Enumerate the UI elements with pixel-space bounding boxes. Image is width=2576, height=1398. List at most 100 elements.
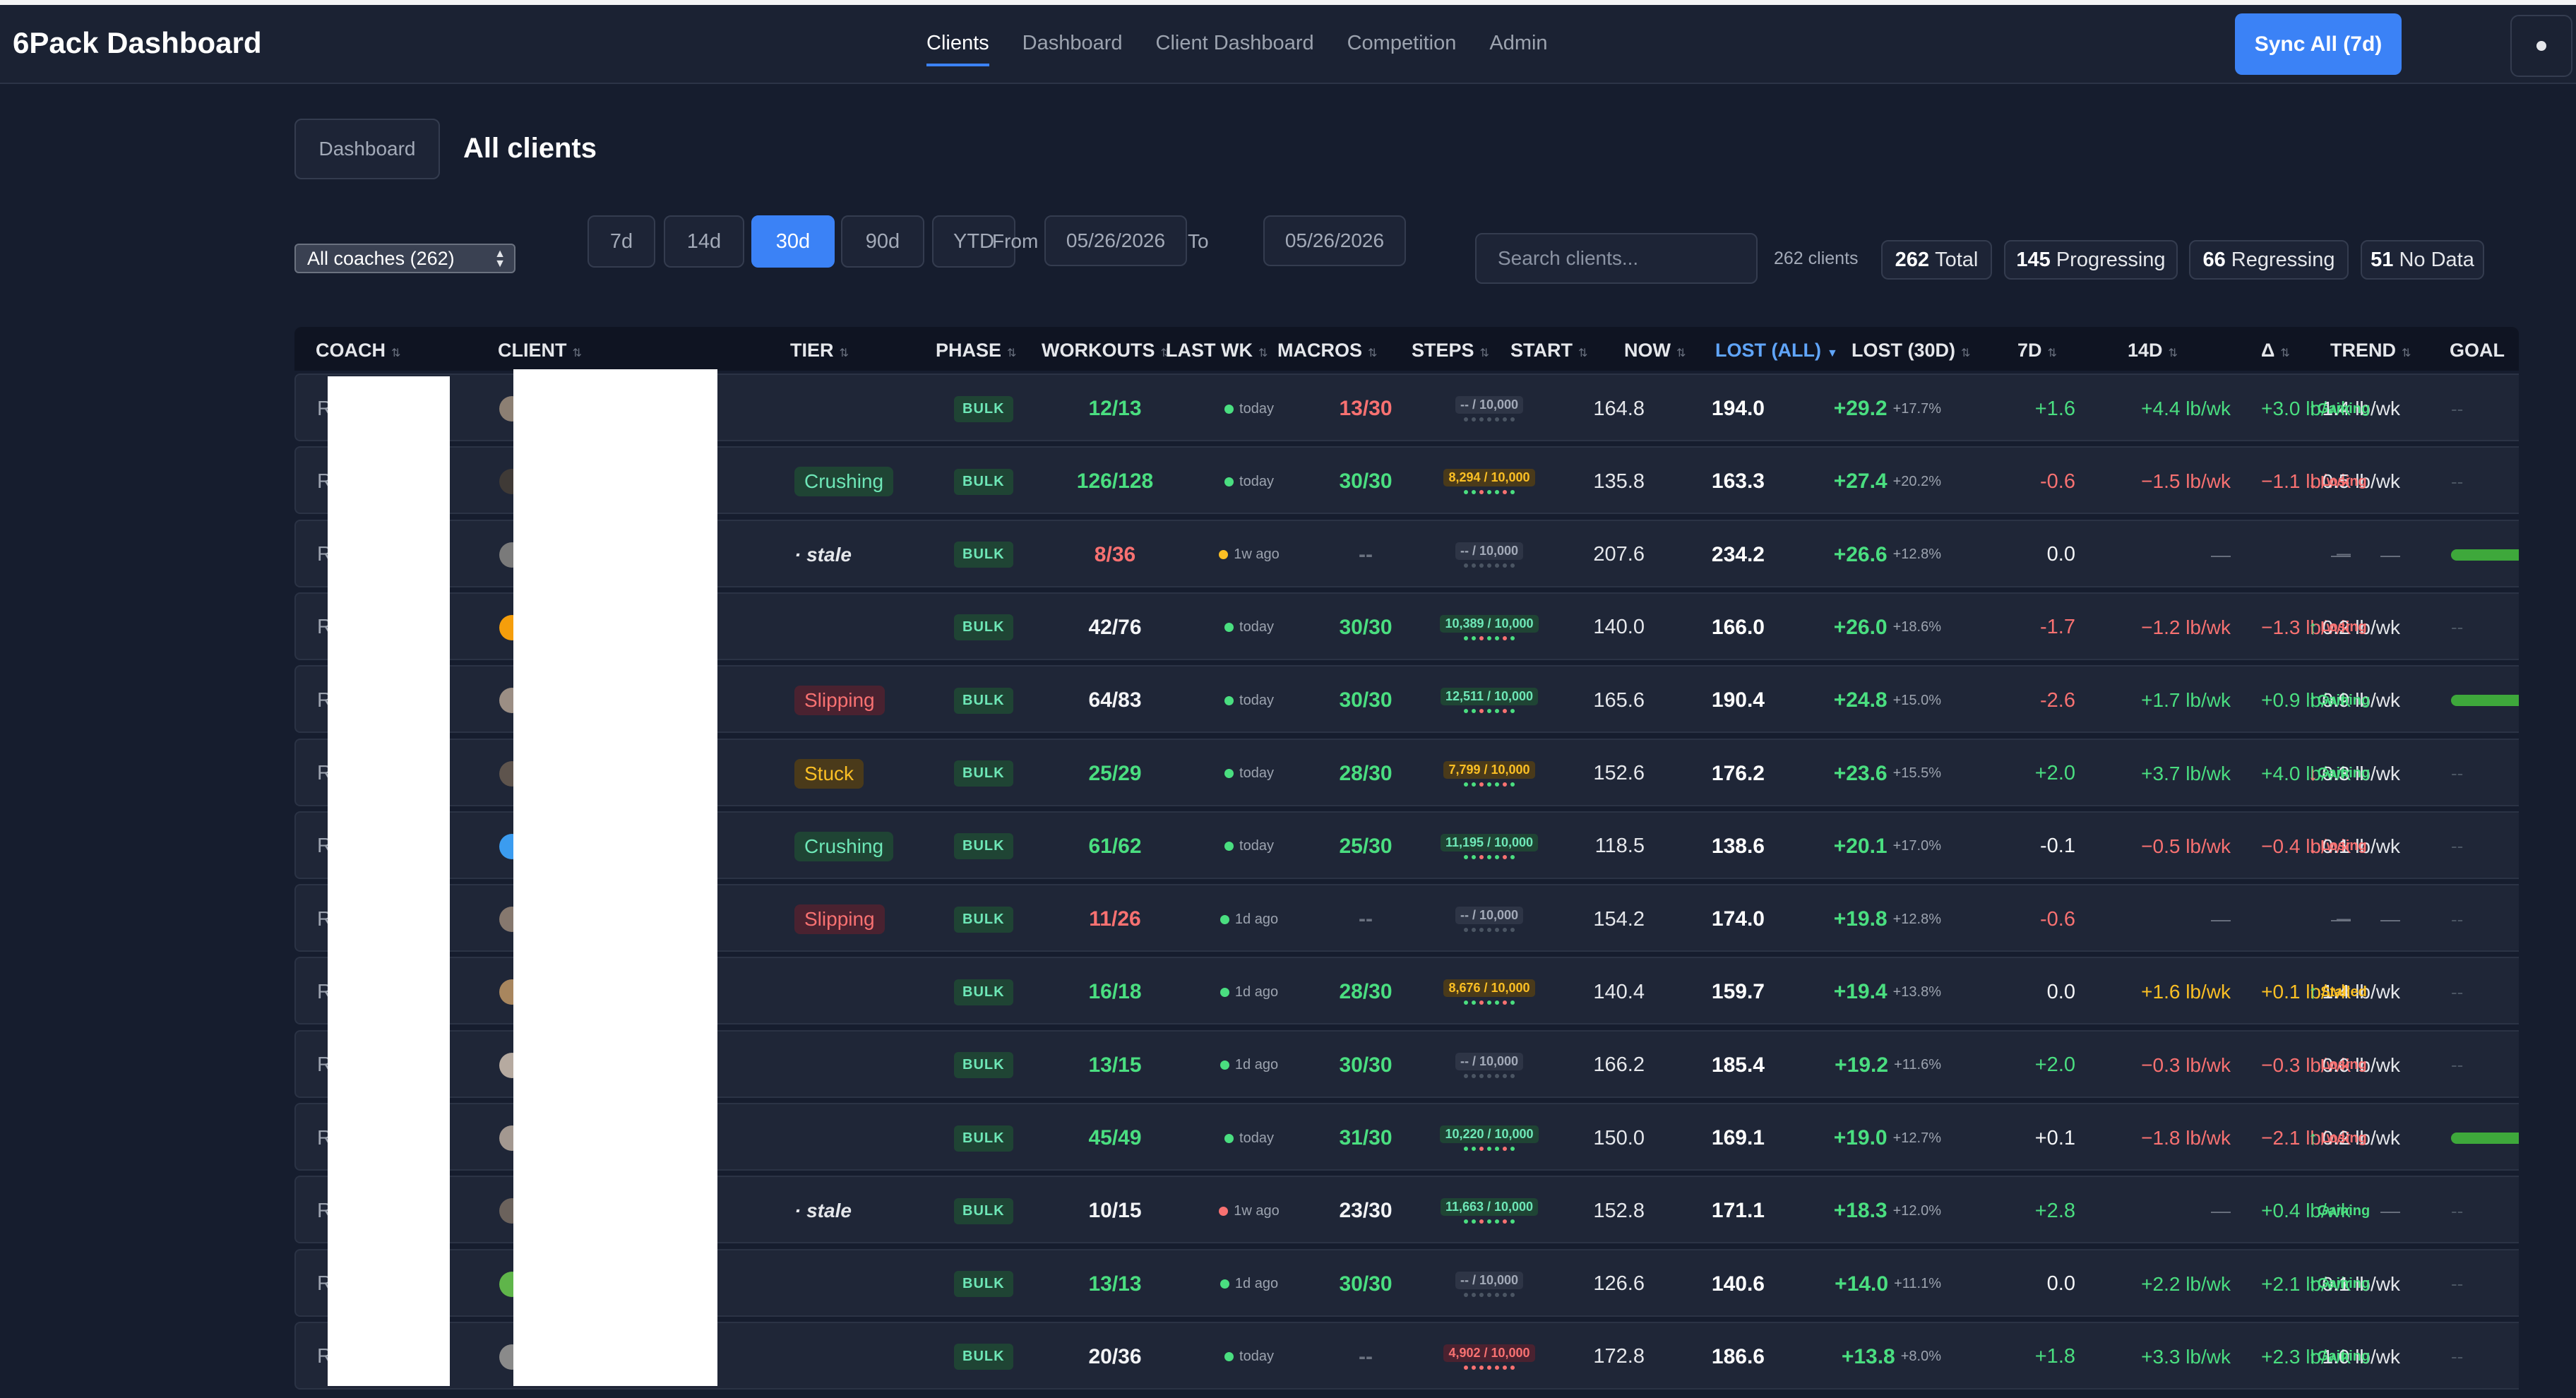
column-header-label: LOST (30D) [1852,340,1956,361]
macros-value: 28/30 [1339,761,1393,785]
lost-all-value: +26.6 [1833,542,1888,566]
tier-cell: · stale [794,521,861,589]
step-day-dot [1464,1292,1468,1297]
step-day-dot [1479,928,1484,933]
goal-value: -- [2451,908,2464,930]
start-weight: 152.6 [1593,762,1645,784]
nav-client-dashboard[interactable]: Client Dashboard [1156,32,1314,66]
macros-value: 13/30 [1339,397,1393,420]
coach-filter-value: All coaches (262) [307,247,455,269]
last-week-value: today [1239,473,1274,489]
last-week-cell: 1d ago [1189,885,1309,953]
column-header-tier[interactable]: TIER ⇅ [790,340,849,362]
stat-number: 66 [2202,248,2226,271]
nav-dashboard[interactable]: Dashboard [1022,32,1123,66]
nav-clients[interactable]: Clients [926,32,989,66]
column-header-trend[interactable]: TREND ⇅ [2330,340,2411,362]
tier-badge: Slipping [794,904,885,935]
step-day-dot [1495,635,1499,640]
coach-filter-select[interactable]: All coaches (262) ▲ ▼ [294,244,515,273]
lost-all-value: +20.1 [1833,834,1888,858]
phase-badge: BULK [954,1197,1013,1224]
user-menu-button[interactable] [2510,15,2572,77]
column-header-label: COACH [316,340,386,361]
stat-total[interactable]: 262 Total [1881,240,1992,280]
column-header-goal[interactable]: GOAL [2450,340,2505,362]
column-header-last-wk[interactable]: LAST WK ⇅ [1166,340,1268,362]
column-header-workouts[interactable]: WORKOUTS ⇅ [1042,340,1170,362]
lost-30d-value: +2.8 [2034,1199,2075,1222]
stat-regressing[interactable]: 66 Regressing [2189,240,2349,280]
phase-cell: BULK [954,521,1013,589]
column-header-now[interactable]: NOW ⇅ [1624,340,1686,362]
workouts-value: 61/62 [1088,834,1142,858]
phase-cell: BULK [954,1250,1013,1318]
last-week-cell: today [1189,448,1309,515]
step-day-dot [1503,1000,1507,1005]
step-day-dot [1503,1147,1507,1151]
macros-value: 30/30 [1339,688,1393,712]
column-header-14d[interactable]: 14D ⇅ [2128,340,2178,362]
nav-competition[interactable]: Competition [1347,32,1457,66]
step-day-dot [1503,490,1507,495]
column-header-lost-all[interactable]: LOST (ALL) ▼ [1715,340,1838,362]
step-day-dot [1487,417,1491,422]
back-to-dashboard-button[interactable]: Dashboard [294,119,440,179]
step-day-dot [1479,563,1484,568]
sort-icon: ⇅ [2168,347,2178,359]
range-14d-button[interactable]: 14d [664,215,744,268]
step-day-dot [1487,1147,1491,1151]
search-clients-input[interactable] [1475,233,1758,284]
from-date-input[interactable]: 05/26/2026 [1044,215,1187,266]
phase-cell: BULK [954,375,1013,443]
last-week-value: today [1239,1349,1274,1365]
range-7d-button[interactable]: 7d [588,215,655,268]
column-header-steps[interactable]: STEPS ⇅ [1412,340,1489,362]
stat-no-data[interactable]: 51 No Data [2361,240,2484,280]
column-header-label: START [1510,340,1573,361]
trend-badge: — [2337,546,2351,563]
goal-cell [2451,1104,2519,1172]
lost-all-value: +18.3 [1833,1199,1888,1223]
start-weight: 140.4 [1593,980,1645,1003]
range-30d-button[interactable]: 30d [751,215,835,268]
column-header-coach[interactable]: COACH ⇅ [316,340,400,362]
column-header-[interactable]: Δ ⇅ [2261,340,2290,362]
lost-all-value: +14.0 [1835,1272,1889,1296]
phase-badge: BULK [954,1344,1013,1370]
from-label: From [992,230,1039,252]
step-day-dot [1472,928,1476,933]
trend-badge: Gaining [2317,400,2371,417]
trend-badge: Losing [2320,473,2367,489]
sync-all-button[interactable]: Sync All (7d) [2235,13,2402,75]
last-week-cell: today [1189,667,1309,734]
range-90d-button[interactable]: 90d [841,215,924,268]
trend-badge: Gaining [2317,692,2371,708]
start-weight: 118.5 [1594,835,1645,858]
column-header-macros[interactable]: MACROS ⇅ [1277,340,1377,362]
column-header-lost-30d[interactable]: LOST (30D) ⇅ [1852,340,1970,362]
tier-cell: Slipping [794,667,885,734]
page-title: All clients [463,133,597,164]
step-day-dot [1472,1365,1476,1370]
macros-value: 31/30 [1339,1126,1393,1149]
column-header-label: STEPS [1412,340,1474,361]
column-header-client[interactable]: CLIENT ⇅ [498,340,582,362]
lost-all-percent: +17.0% [1892,838,1941,854]
goal-cell [2451,667,2519,734]
nav-admin[interactable]: Admin [1489,32,1547,66]
status-dot-icon [1219,550,1229,560]
to-date-input[interactable]: 05/26/2026 [1263,215,1406,266]
column-header-7d[interactable]: 7D ⇅ [2017,340,2057,362]
stat-progressing[interactable]: 145 Progressing [2004,240,2178,280]
column-header-start[interactable]: START ⇅ [1510,340,1587,362]
column-header-phase[interactable]: PHASE ⇅ [936,340,1016,362]
last-week-cell: today [1189,813,1309,880]
lost-all-value: +19.8 [1833,907,1888,931]
status-dot-icon [1224,1133,1234,1143]
step-day-dot [1495,1073,1499,1078]
workouts-value: 64/83 [1088,688,1142,712]
lost-all-percent: +18.6% [1892,619,1941,635]
start-weight: 165.6 [1593,688,1645,712]
phase-badge: BULK [954,979,1013,1005]
